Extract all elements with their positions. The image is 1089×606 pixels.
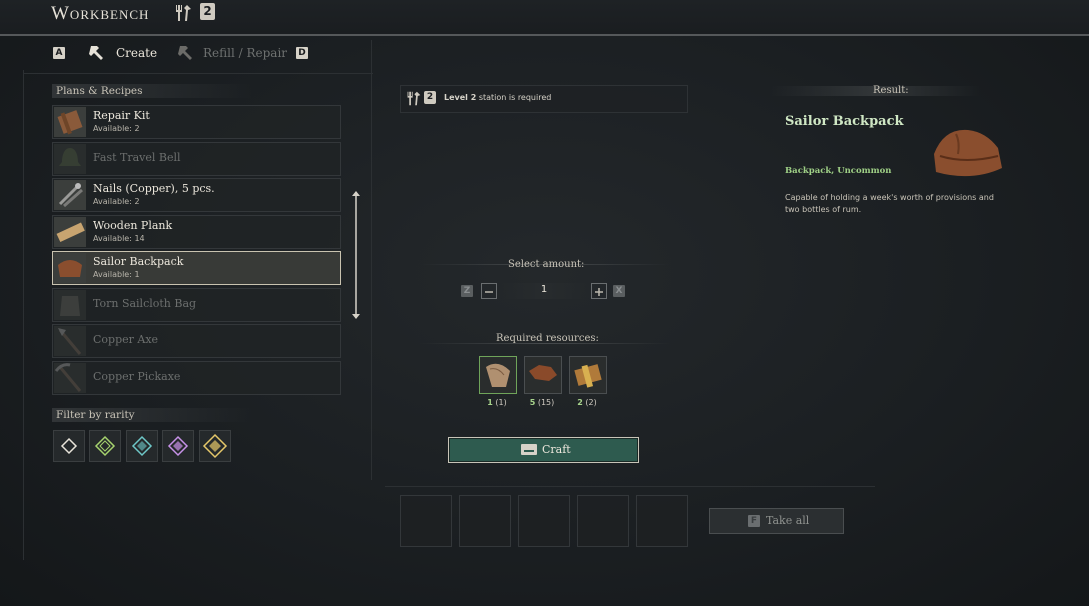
diamond-legendary-icon xyxy=(202,433,228,459)
result-description: Capable of holding a week's worth of pro… xyxy=(785,193,994,214)
strap-icon xyxy=(574,364,602,388)
prev-tab-key[interactable]: A xyxy=(53,47,65,59)
recipe-fast-travel-bell[interactable]: Fast Travel Bell xyxy=(52,142,341,176)
pickaxe-icon xyxy=(54,363,86,393)
output-divider xyxy=(385,486,875,487)
recipe-name: Nails (Copper), 5 pcs. xyxy=(93,182,215,195)
diamond-rare-icon xyxy=(131,435,153,457)
recipe-name: Wooden Plank xyxy=(93,219,173,232)
recipe-name: Repair Kit xyxy=(93,109,150,122)
recipe-available: Available: 2 xyxy=(93,197,140,206)
recipe-repair-kit[interactable]: Repair Kit Available: 2 xyxy=(52,105,341,139)
amount-label: Select amount: xyxy=(508,259,585,270)
recipe-name: Fast Travel Bell xyxy=(93,151,181,164)
rarity-filter-common[interactable] xyxy=(53,430,85,462)
tools-icon xyxy=(173,3,193,23)
take-all-label: Take all xyxy=(766,514,810,527)
resource-slot-leather[interactable] xyxy=(524,356,562,394)
resource-count: 5 (15) xyxy=(529,398,555,407)
repair-kit-icon xyxy=(54,107,86,137)
recipe-torn-sailcloth-bag[interactable]: Torn Sailcloth Bag xyxy=(52,288,341,322)
scrollbar[interactable] xyxy=(350,190,362,320)
diamond-icon xyxy=(60,437,78,455)
minus-icon xyxy=(485,291,493,293)
next-tab-key[interactable]: D xyxy=(296,47,308,59)
output-slot[interactable] xyxy=(577,495,629,547)
recipe-nails-copper[interactable]: Nails (Copper), 5 pcs. Available: 2 xyxy=(52,178,341,212)
minus-button[interactable] xyxy=(481,283,497,299)
result-name: Sailor Backpack xyxy=(785,114,904,129)
axe-icon xyxy=(54,326,86,356)
top-bar xyxy=(0,0,1089,36)
rarity-filter-rare[interactable] xyxy=(126,430,158,462)
backpack-icon xyxy=(926,124,1006,180)
workbench-level-badge: 2 xyxy=(200,3,215,20)
requirement-text: Level 2 station is required xyxy=(444,93,551,102)
left-panel-top-border xyxy=(23,73,373,74)
center-divider xyxy=(371,40,372,480)
bag-icon xyxy=(54,290,86,320)
rarity-filter-uncommon[interactable] xyxy=(89,430,121,462)
keyboard-key-icon xyxy=(521,444,537,455)
plus-button[interactable] xyxy=(591,283,607,299)
recipe-available: Available: 2 xyxy=(93,124,140,133)
requirement-level-badge: 2 xyxy=(424,91,436,104)
recipe-copper-axe[interactable]: Copper Axe xyxy=(52,324,341,358)
recipe-sailor-backpack[interactable]: Sailor Backpack Available: 1 xyxy=(52,251,341,285)
nails-icon xyxy=(54,180,86,210)
resource-count: 2 (2) xyxy=(577,398,597,407)
rarity-filter-epic[interactable] xyxy=(162,430,194,462)
recipe-name: Copper Axe xyxy=(93,333,159,346)
amount-value[interactable]: 1 xyxy=(500,284,588,295)
leather-icon xyxy=(529,365,557,381)
filter-label: Filter by rarity xyxy=(56,409,135,421)
repair-hammer-icon xyxy=(177,43,195,61)
recipe-available: Available: 14 xyxy=(93,234,145,243)
tab-refill-repair[interactable]: Refill / Repair xyxy=(203,46,287,60)
bell-icon xyxy=(54,144,86,174)
recipe-name: Torn Sailcloth Bag xyxy=(93,297,197,310)
result-label: Result: xyxy=(873,85,909,96)
recipes-label: Plans & Recipes xyxy=(56,85,143,97)
recipe-copper-pickaxe[interactable]: Copper Pickaxe xyxy=(52,361,341,395)
recipe-name: Copper Pickaxe xyxy=(93,370,181,383)
result-type: Backpack, Uncommon xyxy=(785,166,892,176)
rarity-filter-legendary[interactable] xyxy=(199,430,231,462)
decrease-key[interactable]: Z xyxy=(461,285,473,297)
recipe-name: Sailor Backpack xyxy=(93,255,184,268)
diamond-epic-icon xyxy=(167,435,189,457)
window-title: Workbench xyxy=(51,3,150,24)
tools-icon xyxy=(405,90,422,107)
output-slot[interactable] xyxy=(518,495,570,547)
plus-icon xyxy=(595,288,603,296)
increase-key[interactable]: X xyxy=(613,285,625,297)
recipe-wooden-plank[interactable]: Wooden Plank Available: 14 xyxy=(52,215,341,249)
output-slot[interactable] xyxy=(636,495,688,547)
output-slot[interactable] xyxy=(400,495,452,547)
diamond-uncommon-icon xyxy=(94,435,116,457)
requirement-suffix: station is required xyxy=(478,93,552,102)
hammer-icon xyxy=(88,43,106,61)
left-panel-border xyxy=(23,70,24,560)
take-all-key: F xyxy=(748,515,760,527)
resource-count: 1 (1) xyxy=(487,398,507,407)
craft-button[interactable]: Craft xyxy=(448,437,639,463)
resources-label: Required resources: xyxy=(496,333,599,344)
resource-slot-cloth[interactable] xyxy=(479,356,517,394)
take-all-button[interactable]: F Take all xyxy=(709,508,844,534)
tab-create[interactable]: Create xyxy=(116,46,157,60)
output-slot[interactable] xyxy=(459,495,511,547)
resource-slot-strap[interactable] xyxy=(569,356,607,394)
sailcloth-icon xyxy=(486,363,510,387)
plank-icon xyxy=(54,217,86,247)
requirement-level: Level 2 xyxy=(444,93,477,102)
recipe-available: Available: 1 xyxy=(93,270,140,279)
backpack-icon xyxy=(54,253,86,283)
craft-label: Craft xyxy=(542,443,571,456)
